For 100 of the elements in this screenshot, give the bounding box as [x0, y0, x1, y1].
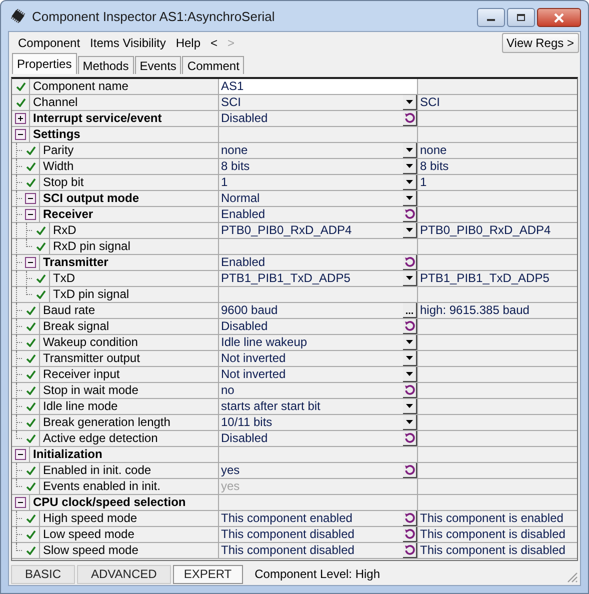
- level-button[interactable]: ADVANCED: [77, 564, 171, 584]
- property-value: Enabled: [221, 255, 266, 270]
- property-value[interactable]: AS1: [221, 79, 417, 94]
- property-value: Enabled: [221, 207, 266, 222]
- property-value: Idle line wakeup: [221, 335, 308, 350]
- property-name: Slow speed mode: [42, 543, 138, 558]
- dropdown-button[interactable]: [403, 175, 417, 190]
- collapse-icon[interactable]: [15, 497, 26, 508]
- property-name: SCI output mode: [42, 191, 139, 206]
- property-name: Stop in wait mode: [42, 383, 138, 398]
- property-name: Events enabled in init.: [42, 479, 160, 494]
- property-value: yes: [221, 479, 241, 494]
- circular-arrow-icon: [404, 384, 416, 396]
- tab[interactable]: Methods: [78, 56, 134, 74]
- tab[interactable]: Comment: [182, 56, 244, 74]
- cycle-button[interactable]: [403, 511, 417, 526]
- status-text: Component Level: High: [254, 567, 382, 581]
- caret-icon: [406, 404, 413, 408]
- menu-item[interactable]: Items Visibility: [85, 36, 171, 50]
- property-value: Not inverted: [221, 367, 287, 382]
- circular-arrow-icon: [404, 320, 416, 332]
- level-button[interactable]: BASIC: [11, 564, 76, 584]
- resolved-value: 1: [420, 175, 428, 190]
- resize-grip-icon[interactable]: [567, 572, 578, 583]
- dropdown-button[interactable]: [403, 191, 417, 206]
- level-button[interactable]: EXPERT: [172, 564, 243, 584]
- resolved-value: high: 9615.385 baud: [420, 303, 530, 318]
- tab[interactable]: Events: [134, 56, 182, 74]
- caret-icon: [406, 356, 413, 360]
- resolved-value: This component is enabled: [420, 511, 564, 526]
- property-name: Break generation length: [42, 415, 170, 430]
- cycle-button[interactable]: [403, 431, 417, 446]
- property-name: Enabled in init. code: [42, 463, 152, 478]
- collapse-icon[interactable]: [25, 209, 36, 220]
- cycle-button[interactable]: [403, 383, 417, 398]
- property-name: Baud rate: [42, 303, 96, 318]
- dropdown-button[interactable]: [403, 271, 417, 286]
- resolved-value: PTB1_PIB1_TxD_ADP5: [420, 271, 550, 286]
- collapse-icon[interactable]: [15, 129, 26, 140]
- menu-item[interactable]: <: [206, 36, 223, 50]
- cycle-button[interactable]: [403, 319, 417, 334]
- caret-icon: [406, 276, 413, 280]
- resolved-value: This component is disabled: [420, 543, 566, 558]
- property-value: Normal: [221, 191, 261, 206]
- caret-icon: [406, 420, 413, 424]
- circular-arrow-icon: [404, 528, 416, 540]
- resolved-value: none: [420, 143, 448, 158]
- browse-button[interactable]: ...: [403, 303, 417, 318]
- cycle-button[interactable]: [403, 111, 417, 126]
- dropdown-button[interactable]: [403, 335, 417, 350]
- property-name: Transmitter: [42, 255, 108, 270]
- dropdown-button[interactable]: [403, 159, 417, 174]
- collapse-icon[interactable]: [15, 449, 26, 460]
- resolved-value: 8 bits: [420, 159, 450, 174]
- property-name: Break signal: [42, 319, 110, 334]
- menu-item[interactable]: Component: [13, 36, 86, 50]
- resolved-value: This component is disabled: [420, 527, 566, 542]
- caret-icon: [406, 228, 413, 232]
- circular-arrow-icon: [404, 464, 416, 476]
- cycle-button[interactable]: [403, 207, 417, 222]
- collapse-icon[interactable]: [25, 257, 36, 268]
- minimize-button[interactable]: [477, 8, 505, 27]
- maximize-button[interactable]: [507, 8, 535, 27]
- cycle-button[interactable]: [403, 527, 417, 542]
- property-name: CPU clock/speed selection: [32, 495, 186, 510]
- collapse-icon[interactable]: [25, 193, 36, 204]
- caret-icon: [406, 164, 413, 168]
- property-name: Settings: [32, 127, 80, 142]
- property-value: Disabled: [221, 319, 269, 334]
- close-icon: [553, 12, 565, 22]
- caret-icon: [406, 180, 413, 184]
- property-value: 9600 baud: [221, 303, 279, 318]
- caret-icon: [406, 148, 413, 152]
- expand-icon[interactable]: [15, 113, 26, 124]
- menu-item[interactable]: Help: [170, 36, 206, 50]
- property-value: none: [221, 143, 249, 158]
- dropdown-button[interactable]: [403, 223, 417, 238]
- cycle-button[interactable]: [403, 543, 417, 558]
- view-regs-button[interactable]: View Regs >: [502, 32, 579, 52]
- property-name: Width: [42, 159, 74, 174]
- circular-arrow-icon: [404, 544, 416, 556]
- property-value: PTB1_PIB1_TxD_ADP5: [221, 271, 352, 286]
- property-value: 1: [221, 175, 229, 190]
- dropdown-button[interactable]: [403, 351, 417, 366]
- property-name: Idle line mode: [42, 399, 118, 414]
- close-button[interactable]: [537, 8, 581, 27]
- property-value: SCI: [221, 95, 242, 110]
- dropdown-button[interactable]: [403, 95, 417, 110]
- dropdown-button[interactable]: [403, 367, 417, 382]
- cycle-button[interactable]: [403, 463, 417, 478]
- dropdown-button[interactable]: [403, 143, 417, 158]
- property-name: Interrupt service/event: [32, 111, 162, 126]
- tab[interactable]: Properties: [12, 53, 77, 74]
- property-name: TxD: [52, 271, 75, 286]
- property-value: Not inverted: [221, 351, 287, 366]
- circular-arrow-icon: [404, 512, 416, 524]
- dropdown-button[interactable]: [403, 415, 417, 430]
- cycle-button[interactable]: [403, 255, 417, 270]
- dropdown-button[interactable]: [403, 399, 417, 414]
- property-value: no: [221, 383, 236, 398]
